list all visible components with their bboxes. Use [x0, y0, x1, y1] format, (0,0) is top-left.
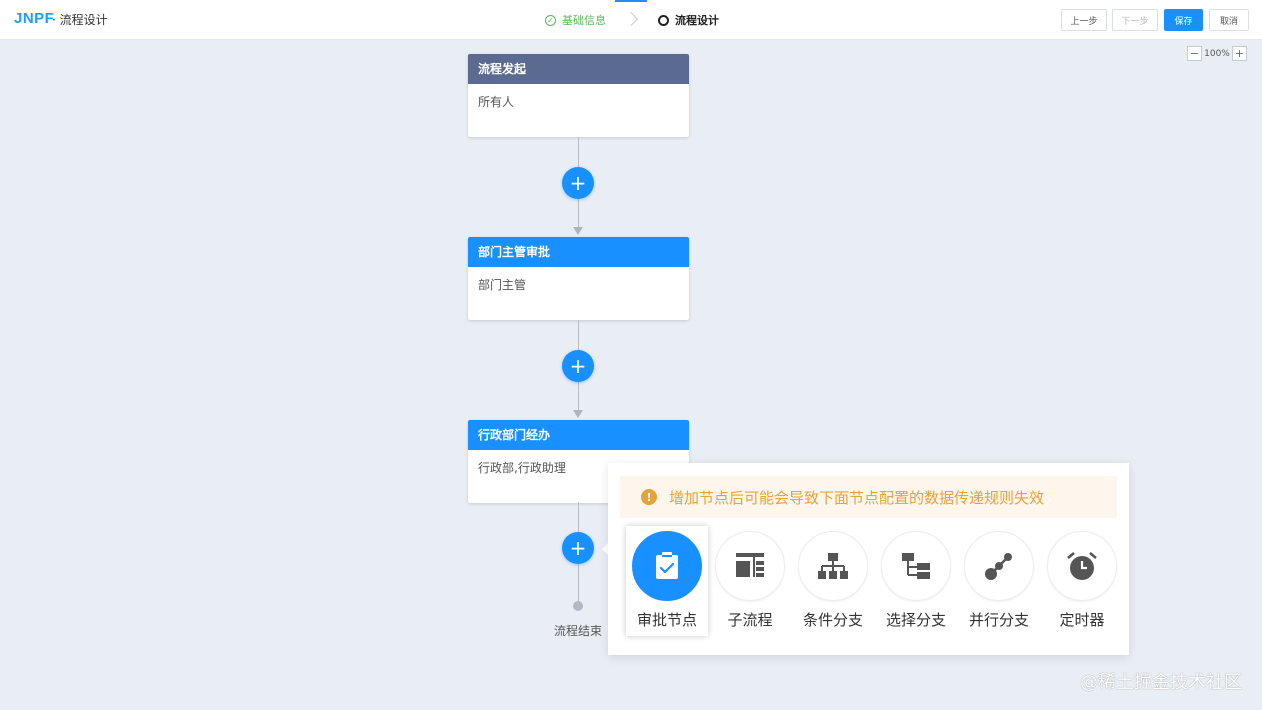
warning-alert: ! 增加节点后可能会导致下面节点配置的数据传递规则失效 [620, 476, 1117, 518]
steps: ✓ 基础信息 流程设计 [545, 0, 719, 40]
add-node-button[interactable]: + [562, 350, 594, 382]
option-icon-circle [1047, 531, 1117, 601]
end-label: 流程结束 [554, 624, 603, 638]
node-title: 部门主管审批 [468, 237, 689, 267]
step-flow-design[interactable]: 流程设计 [658, 12, 719, 28]
warning-text: 增加节点后可能会导致下面节点配置的数据传递规则失效 [669, 488, 1045, 507]
logo: JNPF [14, 10, 55, 27]
node-title: 流程发起 [468, 54, 689, 84]
node-title: 行政部门经办 [468, 420, 689, 450]
arrow-down-icon [573, 227, 583, 235]
zoom-level: 100% [1204, 48, 1230, 59]
org-tree-icon [818, 553, 848, 579]
option-label: 选择分支 [885, 611, 946, 629]
option-label: 定时器 [1059, 611, 1105, 629]
flow-node-start[interactable]: 流程发起 所有人 [468, 54, 689, 137]
zoom-control: − 100% + [1187, 46, 1247, 61]
option-icon-circle [632, 531, 702, 601]
zoom-out-button[interactable]: − [1187, 46, 1202, 61]
option-icon-circle [881, 531, 951, 601]
option-approval-node[interactable]: 审批节点 [626, 526, 708, 636]
add-node-popover: ! 增加节点后可能会导致下面节点配置的数据传递规则失效 审批节点 子流程 条件分… [608, 463, 1129, 655]
option-parallel-branch[interactable]: 并行分支 [958, 526, 1040, 636]
step-label: 流程设计 [675, 14, 719, 27]
step-label: 基础信息 [562, 14, 606, 27]
app-title: · 流程设计 [52, 13, 108, 27]
zoom-in-button[interactable]: + [1232, 46, 1247, 61]
parallel-branch-icon [985, 553, 1012, 580]
node-type-options: 审批节点 子流程 条件分支 选择分支 并行分支 定时器 [614, 526, 1124, 636]
warning-icon: ! [641, 489, 657, 505]
subprocess-icon [736, 553, 764, 577]
alarm-clock-icon [1067, 552, 1097, 580]
add-node-button[interactable]: + [562, 532, 594, 564]
circle-icon [658, 14, 669, 26]
save-button[interactable]: 保存 [1164, 9, 1203, 31]
clipboard-check-icon [656, 552, 678, 579]
option-condition-branch[interactable]: 条件分支 [792, 526, 874, 636]
option-timer[interactable]: 定时器 [1041, 526, 1123, 636]
add-node-button[interactable]: + [562, 167, 594, 199]
top-bar: JNPF · 流程设计 ✓ 基础信息 流程设计 上一步 下一步 保存 取消 [0, 0, 1262, 40]
check-circle-icon: ✓ [545, 14, 556, 26]
cancel-button[interactable]: 取消 [1209, 9, 1249, 31]
option-label: 子流程 [727, 611, 773, 629]
option-label: 审批节点 [636, 611, 697, 629]
arrow-down-icon [573, 410, 583, 418]
select-branch-icon [902, 553, 930, 579]
node-content: 部门主管 [478, 278, 527, 292]
option-icon-circle [715, 531, 785, 601]
option-label: 并行分支 [968, 611, 1029, 629]
chevron-right-icon [612, 0, 652, 40]
watermark: @稀土掘金技术社区 [1080, 672, 1242, 693]
option-label: 条件分支 [802, 611, 863, 629]
step-basic-info[interactable]: ✓ 基础信息 [545, 12, 606, 28]
node-content: 所有人 [478, 95, 515, 109]
next-step-button[interactable]: 下一步 [1112, 9, 1158, 31]
option-subprocess[interactable]: 子流程 [709, 526, 791, 636]
flow-node-dept-manager-approval[interactable]: 部门主管审批 部门主管 [468, 237, 689, 320]
end-dot [573, 601, 583, 611]
prev-step-button[interactable]: 上一步 [1061, 9, 1107, 31]
option-select-branch[interactable]: 选择分支 [875, 526, 957, 636]
option-icon-circle [798, 531, 868, 601]
option-icon-circle [964, 531, 1034, 601]
